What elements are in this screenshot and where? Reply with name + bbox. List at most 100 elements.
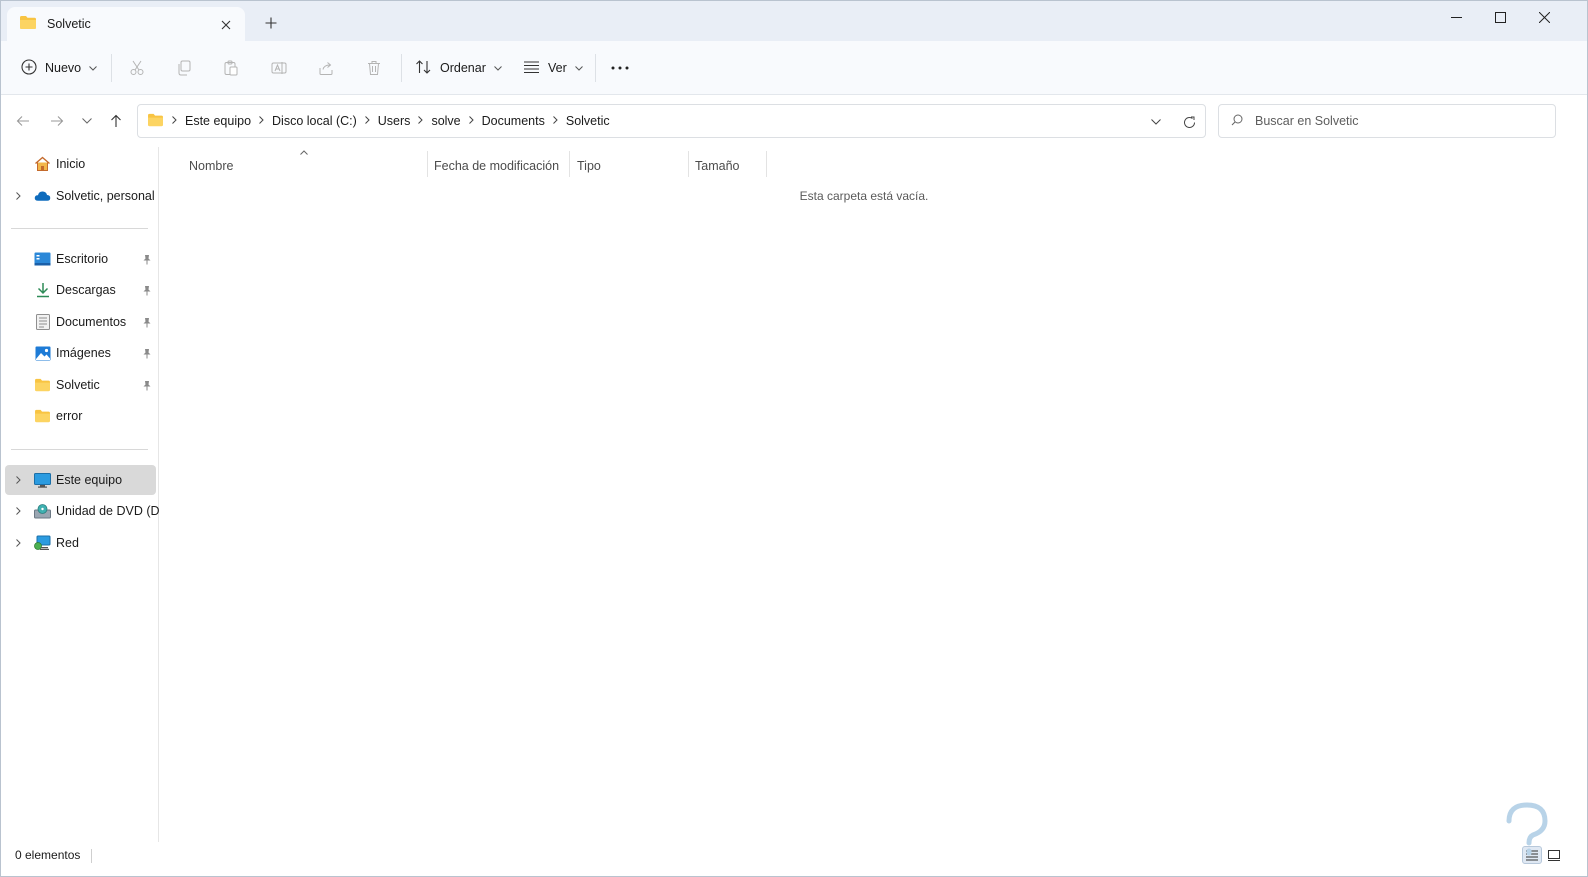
sidebar-item-label: Solvetic, personal — [56, 189, 155, 203]
column-header-size[interactable]: Tamaño — [695, 154, 739, 178]
sidebar-item-red[interactable]: Red — [5, 528, 156, 558]
search-box[interactable] — [1218, 104, 1556, 138]
forward-arrow-icon[interactable] — [45, 107, 69, 135]
chevron-right-icon[interactable] — [468, 115, 474, 127]
image-icon — [34, 345, 51, 361]
cloud-icon — [34, 188, 51, 204]
more-options-icon[interactable] — [606, 54, 634, 82]
delete-icon[interactable] — [360, 54, 388, 82]
desktop-icon — [34, 251, 51, 267]
divider — [595, 54, 596, 82]
sidebar-item-inicio[interactable]: Inicio — [5, 149, 156, 179]
minimize-icon[interactable] — [1433, 1, 1479, 33]
address-history-chevron-icon[interactable] — [1146, 112, 1166, 132]
share-icon[interactable] — [312, 54, 340, 82]
breadcrumb-documents[interactable]: Documents — [482, 114, 545, 128]
refresh-icon[interactable] — [1179, 112, 1199, 132]
sidebar-item-solvetic[interactable]: Solvetic — [5, 370, 156, 400]
list-view-icon — [523, 60, 540, 77]
sidebar-item-onedrive[interactable]: Solvetic, personal — [5, 181, 156, 211]
breadcrumb-este-equipo[interactable]: Este equipo — [185, 114, 251, 128]
paste-icon[interactable] — [217, 54, 245, 82]
file-explorer-window: Solvetic Nuevo Ordenar Ver Este equipo D… — [0, 0, 1588, 877]
sidebar-item-escritorio[interactable]: Escritorio — [5, 244, 156, 274]
watermark-logo — [1501, 801, 1553, 867]
up-arrow-icon[interactable] — [104, 107, 128, 135]
chevron-right-icon[interactable] — [12, 474, 24, 486]
sidebar-item-label: Solvetic — [56, 378, 100, 392]
pin-icon[interactable] — [140, 252, 154, 266]
cut-icon[interactable] — [123, 54, 151, 82]
view-button[interactable]: Ver — [523, 52, 583, 84]
pin-icon[interactable] — [140, 283, 154, 297]
command-bar: Nuevo Ordenar Ver — [1, 41, 1587, 95]
new-button[interactable]: Nuevo — [21, 52, 97, 84]
sidebar-item-label: Este equipo — [56, 473, 123, 487]
chevron-right-icon[interactable] — [172, 115, 177, 127]
sidebar-item-label: Unidad de DVD (D:) — [56, 504, 168, 518]
rename-icon[interactable] — [265, 54, 293, 82]
sort-button[interactable]: Ordenar — [415, 52, 502, 84]
column-divider[interactable] — [766, 151, 767, 177]
sort-ascending-icon — [300, 147, 308, 158]
column-divider[interactable] — [569, 151, 570, 177]
close-icon[interactable] — [1521, 1, 1567, 33]
sidebar-item-label: Documentos — [56, 315, 127, 329]
computer-icon — [34, 472, 51, 488]
empty-folder-message: Esta carpeta está vacía. — [799, 189, 929, 203]
dvd-icon — [34, 503, 51, 519]
navigation-pane: Inicio Solvetic, personal Escritorio Des… — [1, 147, 167, 842]
sidebar-item-este-equipo[interactable]: Este equipo — [5, 465, 156, 495]
address-row: Este equipo Disco local (C:) Users solve… — [1, 95, 1587, 147]
new-label: Nuevo — [45, 61, 82, 75]
back-arrow-icon[interactable] — [11, 107, 35, 135]
sidebar-item-documentos[interactable]: Documentos — [5, 307, 156, 337]
breadcrumb-disco-local[interactable]: Disco local (C:) — [272, 114, 357, 128]
pin-icon[interactable] — [140, 378, 154, 392]
copy-icon[interactable] — [170, 54, 198, 82]
breadcrumb-solve[interactable]: solve — [431, 114, 460, 128]
folder-icon — [19, 15, 37, 33]
sidebar-item-dvd[interactable]: Unidad de DVD (D:) — [5, 496, 167, 526]
maximize-icon[interactable] — [1477, 1, 1523, 33]
address-bar[interactable]: Este equipo Disco local (C:) Users solve… — [137, 104, 1206, 138]
sidebar-item-imagenes[interactable]: Imágenes — [5, 338, 156, 368]
pin-icon[interactable] — [140, 315, 154, 329]
sidebar-item-label: Red — [56, 536, 79, 550]
sidebar-item-descargas[interactable]: Descargas — [5, 275, 156, 305]
divider — [11, 228, 148, 229]
pin-icon[interactable] — [140, 346, 154, 360]
recent-locations-chevron-icon[interactable] — [75, 107, 99, 135]
chevron-right-icon[interactable] — [12, 505, 24, 517]
column-header-name[interactable]: Nombre — [189, 154, 233, 178]
close-tab-icon[interactable] — [215, 14, 237, 36]
folder-icon — [147, 113, 164, 130]
chevron-right-icon[interactable] — [12, 537, 24, 549]
column-divider[interactable] — [688, 151, 689, 177]
home-icon — [34, 156, 51, 172]
chevron-right-icon[interactable] — [259, 115, 264, 127]
breadcrumb-users[interactable]: Users — [378, 114, 411, 128]
search-icon — [1231, 114, 1243, 129]
divider — [11, 449, 148, 450]
folder-icon — [34, 377, 51, 393]
sidebar-item-label: Escritorio — [56, 252, 109, 266]
chevron-right-icon[interactable] — [364, 115, 370, 127]
breadcrumb-solvetic[interactable]: Solvetic — [566, 114, 610, 128]
chevron-right-icon[interactable] — [418, 115, 424, 127]
chevron-down-icon — [494, 63, 502, 73]
search-input[interactable] — [1255, 114, 1545, 128]
sort-label: Ordenar — [440, 61, 486, 75]
download-icon — [34, 282, 51, 298]
plus-icon[interactable] — [259, 11, 283, 35]
column-divider[interactable] — [427, 151, 428, 177]
chevron-right-icon[interactable] — [553, 115, 558, 127]
sidebar-item-error[interactable]: error — [5, 401, 156, 431]
tab-title: Solvetic — [47, 17, 91, 31]
tab-solvetic[interactable]: Solvetic — [7, 7, 245, 41]
column-header-type[interactable]: Tipo — [577, 154, 601, 178]
chevron-down-icon — [89, 63, 97, 73]
view-label: Ver — [548, 61, 567, 75]
column-header-modified[interactable]: Fecha de modificación — [434, 154, 559, 178]
chevron-right-icon[interactable] — [12, 190, 24, 202]
